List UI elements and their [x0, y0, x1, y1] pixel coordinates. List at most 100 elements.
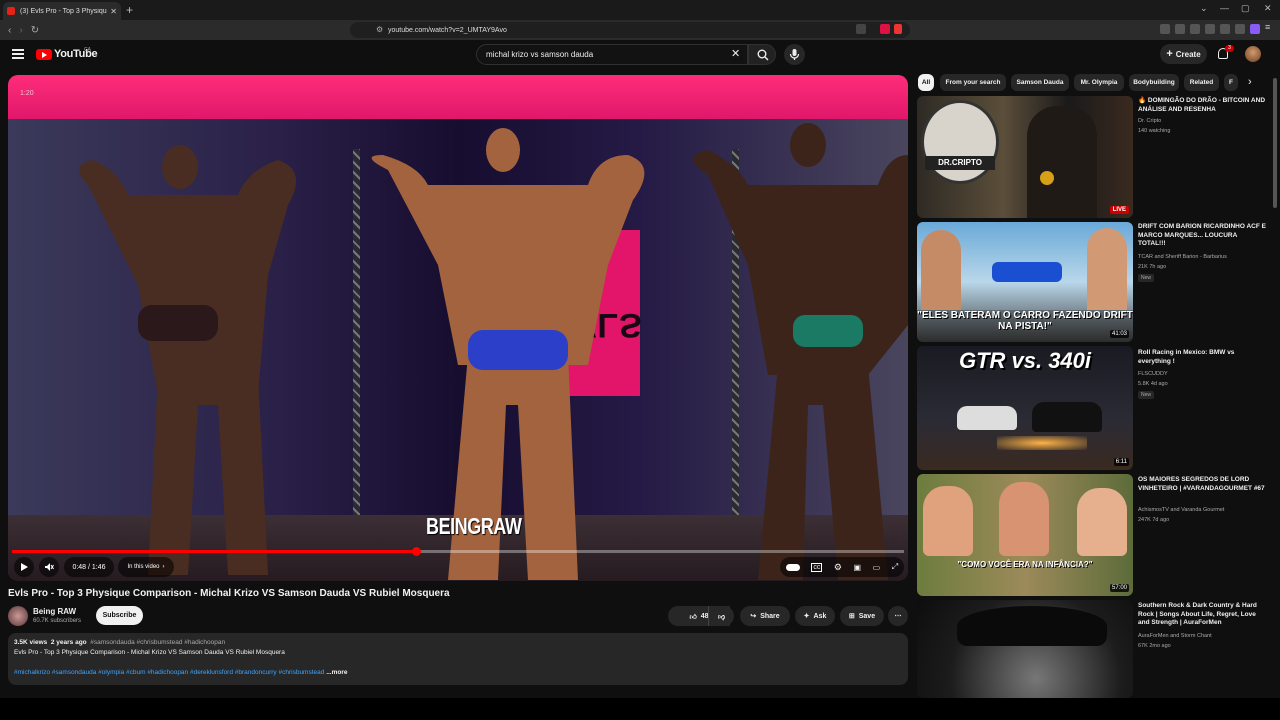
recommendation-thumbnail[interactable]	[917, 600, 1133, 698]
minimize-icon[interactable]: —	[1220, 3, 1229, 13]
clear-search-icon[interactable]: ✕	[731, 47, 740, 60]
channel-name[interactable]: Being RAW	[33, 607, 76, 616]
recommendation-title[interactable]: DRIFT COM BARION RICARDINHO ACF E MARCO …	[1138, 223, 1266, 249]
thumbnail-text: "ELES BATERAM O CARRO FAZENDO DRIFT NA P…	[917, 310, 1133, 342]
new-badge: New	[1138, 391, 1155, 399]
video-duration: 57:00	[1109, 584, 1129, 592]
page-scrollbar-thumb[interactable]	[1273, 78, 1277, 208]
progress-bar[interactable]	[12, 547, 904, 556]
back-icon[interactable]: ‹	[8, 25, 11, 36]
white-car-image	[957, 406, 1017, 430]
menu-dots-icon[interactable]: ≡	[1265, 22, 1275, 32]
account-avatar[interactable]	[1245, 46, 1261, 62]
thumbs-down-icon: 👎︎	[717, 613, 726, 621]
tab-strip: (3) Evls Pro - Top 3 Physique Co... ✕ + …	[0, 0, 1280, 20]
chip-samson-dauda[interactable]: Samson Dauda	[1011, 74, 1069, 91]
recommendation-thumbnail[interactable]: "COMO VOCÊ ERA NA INFÂNCIA?" 57:00	[917, 474, 1133, 596]
profile-icon[interactable]	[1250, 24, 1260, 34]
description-box[interactable]: 3.5K views 2 years ago #samsondauda #chr…	[8, 633, 908, 685]
cast-icon[interactable]	[856, 24, 866, 34]
rewards-icon[interactable]	[894, 24, 902, 34]
create-label: Create	[1175, 49, 1201, 59]
ask-button[interactable]: ✦ Ask	[795, 606, 835, 626]
recommendation-channel[interactable]: TCAR and Sheriff Barion - Barbarius	[1138, 254, 1227, 260]
play-icon	[21, 563, 28, 571]
show-more-link[interactable]: ...more	[326, 669, 347, 676]
live-badge: LIVE	[1109, 206, 1129, 214]
video-title: Evls Pro - Top 3 Physique Comparison - M…	[8, 588, 450, 599]
presenter-figure	[1027, 106, 1097, 218]
captions-icon[interactable]: cc	[811, 562, 823, 572]
description-top-hashtags[interactable]: #samsondauda #chrisbumstead #hadichoopan	[90, 639, 225, 646]
reload-icon[interactable]: ↻	[31, 25, 39, 36]
recommendation-channel[interactable]: FLSCUDDY	[1138, 371, 1168, 377]
progress-scrubber-handle[interactable]	[411, 547, 421, 556]
video-player[interactable]: EVLS 1:20 BEINGRAW 0:48 / 1:46 In this v…	[8, 75, 908, 581]
extension-icon[interactable]	[1160, 24, 1170, 34]
recommendation-channel[interactable]: AchismosTV and Varanda Gourmet	[1138, 507, 1224, 513]
chevron-right-icon[interactable]: ›	[1248, 76, 1252, 88]
music-icon[interactable]	[1175, 24, 1185, 34]
save-playlist-icon: ⊞	[848, 613, 855, 620]
recommendation-title[interactable]: Roll Racing in Mexico: BMW vs everything…	[1138, 349, 1266, 366]
settings-icon[interactable]: ⚙	[834, 562, 842, 573]
hashtag-links[interactable]: #michalkrizo #samsondauda #olympia #cbum…	[14, 669, 324, 676]
close-tab-icon[interactable]: ✕	[110, 7, 117, 16]
autoplay-toggle[interactable]	[785, 563, 800, 571]
forward-icon[interactable]: ›	[19, 25, 22, 36]
leo-icon[interactable]	[1220, 24, 1230, 34]
share-label: Share	[760, 612, 780, 620]
new-badge: New	[1138, 274, 1155, 282]
chevron-down-icon[interactable]: ⌄	[1200, 3, 1208, 14]
site-info-icon[interactable]: ⚙	[376, 25, 383, 34]
dislike-button[interactable]: 👎︎	[708, 606, 734, 626]
hamburger-menu-icon[interactable]	[12, 49, 24, 59]
save-button[interactable]: ⊞ Save	[840, 606, 884, 626]
address-bar[interactable]: youtube.com/watch?v=2_UMTAY9Avo	[350, 22, 910, 38]
browser-tab[interactable]: (3) Evls Pro - Top 3 Physique Co... ✕	[3, 2, 121, 20]
recommendation-title[interactable]: Southern Rock & Dark Country & Hard Rock…	[1138, 602, 1266, 628]
description-hashtags: #michalkrizo #samsondauda #olympia #cbum…	[14, 669, 348, 676]
mute-button[interactable]	[39, 557, 59, 577]
related-filter-chips: All From your search Samson Dauda Mr. Ol…	[918, 74, 1268, 92]
fullscreen-icon[interactable]: ⤢	[892, 562, 898, 572]
vpn-icon[interactable]	[1235, 24, 1245, 34]
chip-bodybuilding[interactable]: Bodybuilding	[1129, 74, 1179, 91]
recommendation-thumbnail[interactable]: GTR vs. 340i 6:11	[917, 346, 1133, 470]
youtube-logo-icon[interactable]	[36, 49, 52, 60]
new-tab-icon[interactable]: +	[126, 3, 133, 17]
close-window-icon[interactable]: ✕	[1264, 3, 1272, 14]
chip-from-your-search[interactable]: From your search	[940, 74, 1006, 91]
chip-related[interactable]: Related	[1184, 74, 1219, 91]
voice-search-button[interactable]	[784, 44, 805, 65]
sidebar-icon[interactable]	[1190, 24, 1200, 34]
person-figure	[1087, 228, 1127, 310]
recommendation-thumbnail[interactable]: DR.CRIPTO LIVE	[917, 96, 1133, 218]
in-this-video-button[interactable]: In this video ›	[118, 557, 174, 577]
create-button[interactable]: + Create	[1160, 44, 1207, 64]
brave-shield-icon[interactable]	[880, 24, 890, 34]
share-button[interactable]: ↪ Share	[740, 606, 790, 626]
recommendation-channel[interactable]: Dr. Cripto	[1138, 118, 1161, 124]
chip-mr-olympia[interactable]: Mr. Olympia	[1074, 74, 1124, 91]
chip-all[interactable]: All	[918, 74, 934, 91]
recommendation-meta: 247K 7d ago	[1138, 517, 1170, 523]
miniplayer-icon[interactable]: ▣	[854, 563, 862, 572]
recommendation-title[interactable]: OS MAIORES SEGREDOS DE LORD VINHETEIRO |…	[1138, 476, 1266, 493]
maximize-icon[interactable]: ▢	[1241, 3, 1250, 14]
recommendation-thumbnail[interactable]: "ELES BATERAM O CARRO FAZENDO DRIFT NA P…	[917, 222, 1133, 342]
subscribe-button[interactable]: Subscribe	[96, 606, 143, 625]
recommendation-title[interactable]: 🔥 DOMINGÃO DO DRÃO - BITCOIN AND ANÁLISE…	[1138, 97, 1266, 114]
play-button[interactable]	[14, 557, 34, 577]
wallet-icon[interactable]	[1205, 24, 1215, 34]
theater-mode-icon[interactable]: ▭	[873, 563, 881, 572]
channel-avatar[interactable]	[8, 606, 28, 626]
person-figure	[923, 486, 973, 556]
more-actions-button[interactable]: ⋯	[888, 606, 908, 626]
chip-more[interactable]: F	[1224, 74, 1238, 91]
search-input[interactable]: michal krizo vs samson dauda	[476, 44, 748, 65]
search-button[interactable]	[748, 44, 776, 65]
description-meta: 3.5K views 2 years ago #samsondauda #chr…	[14, 639, 225, 646]
volume-muted-icon	[45, 563, 54, 571]
recommendation-channel[interactable]: AuraForMen and Storm Chant	[1138, 633, 1212, 639]
